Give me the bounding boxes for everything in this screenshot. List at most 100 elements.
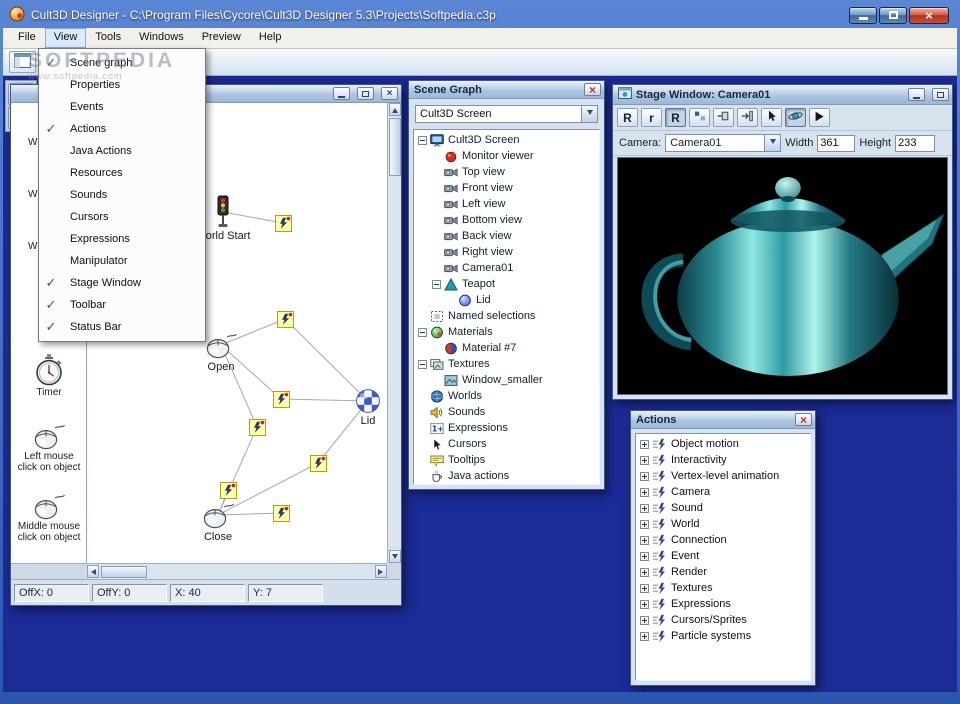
menu-view[interactable]: View bbox=[44, 28, 87, 48]
view-menu-item-status-bar[interactable]: ✓ Status Bar bbox=[40, 316, 204, 338]
close-button[interactable]: × bbox=[909, 6, 949, 24]
view-menu-item-stage-window[interactable]: ✓ Stage Window bbox=[40, 272, 204, 294]
toolbar-window-button[interactable] bbox=[9, 51, 36, 73]
tree-item-named-selections[interactable]: Named selections bbox=[414, 308, 599, 324]
action-category-textures[interactable]: Textures bbox=[636, 580, 810, 596]
event-map-minimize-button[interactable] bbox=[333, 87, 350, 100]
combobox-dropdown-button[interactable] bbox=[581, 106, 597, 122]
tree-item-sounds[interactable]: Sounds bbox=[414, 404, 599, 420]
view-menu-item-sounds[interactable]: Sounds bbox=[40, 184, 204, 206]
stage-titlebar[interactable]: Stage Window: Camera01 bbox=[613, 85, 952, 105]
marker-button[interactable] bbox=[689, 108, 710, 127]
tree-item-left-view[interactable]: Left view bbox=[414, 196, 599, 212]
tree-item-tooltips[interactable]: Tooltips bbox=[414, 452, 599, 468]
action-category-event[interactable]: Event bbox=[636, 548, 810, 564]
tree-expander-icon[interactable] bbox=[640, 567, 649, 577]
tree-item-cursors[interactable]: Cursors bbox=[414, 436, 599, 452]
scroll-down-button[interactable] bbox=[388, 550, 401, 563]
camera-combobox[interactable]: Camera01 bbox=[665, 134, 782, 152]
event-node-world-start[interactable] bbox=[213, 195, 233, 229]
event-node-open[interactable] bbox=[204, 330, 238, 360]
maximize-button[interactable] bbox=[879, 6, 907, 24]
event-action-node[interactable] bbox=[272, 390, 290, 408]
event-action-node[interactable] bbox=[248, 418, 266, 436]
palette-item-middle-mouse[interactable]: Middle mouse click on object bbox=[11, 491, 86, 543]
tree-expander-icon[interactable] bbox=[640, 455, 649, 465]
tree-expander-icon[interactable] bbox=[640, 599, 649, 609]
tree-item-window-smaller[interactable]: Window_smaller bbox=[414, 372, 599, 388]
rotate-camera-button[interactable]: r bbox=[641, 108, 662, 127]
action-category-world[interactable]: World bbox=[636, 516, 810, 532]
menu-help[interactable]: Help bbox=[250, 28, 291, 48]
tree-expander-icon[interactable] bbox=[432, 279, 441, 289]
dock-button[interactable] bbox=[737, 108, 758, 127]
combobox-dropdown-button[interactable] bbox=[764, 135, 781, 151]
view-menu-item-toolbar[interactable]: ✓ Toolbar bbox=[40, 294, 204, 316]
stage-viewport[interactable] bbox=[617, 157, 948, 395]
view-menu-item-cursors[interactable]: Cursors bbox=[40, 206, 204, 228]
tree-item-cult3d-screen[interactable]: Cult3D Screen bbox=[414, 132, 599, 148]
view-menu-item-resources[interactable]: Resources bbox=[40, 162, 204, 184]
tree-item-right-view[interactable]: Right view bbox=[414, 244, 599, 260]
event-node-lid[interactable] bbox=[355, 388, 381, 414]
scene-selector-combobox[interactable]: Cult3D Screen bbox=[415, 105, 598, 123]
tree-expander-icon[interactable] bbox=[640, 615, 649, 625]
view-menu-item-properties[interactable]: Properties bbox=[40, 74, 204, 96]
tree-item-bottom-view[interactable]: Bottom view bbox=[414, 212, 599, 228]
tree-expander-icon[interactable] bbox=[418, 135, 427, 145]
tree-item-top-view[interactable]: Top view bbox=[414, 164, 599, 180]
view-menu-item-actions[interactable]: ✓ Actions bbox=[40, 118, 204, 140]
view-menu-item-expressions[interactable]: Expressions bbox=[40, 228, 204, 250]
pointer-button[interactable] bbox=[761, 108, 782, 127]
tree-expander-icon[interactable] bbox=[640, 631, 649, 641]
view-menu-item-events[interactable]: Events bbox=[40, 96, 204, 118]
tree-expander-icon[interactable] bbox=[640, 487, 649, 497]
tree-item-worlds[interactable]: Worlds bbox=[414, 388, 599, 404]
height-input[interactable] bbox=[895, 134, 936, 152]
rotate-axis-button[interactable]: R bbox=[665, 108, 686, 127]
tree-item-expressions[interactable]: 1+2 Expressions bbox=[414, 420, 599, 436]
tree-expander-icon[interactable] bbox=[418, 327, 427, 337]
action-category-expressions[interactable]: Expressions bbox=[636, 596, 810, 612]
action-category-connection[interactable]: Connection bbox=[636, 532, 810, 548]
event-action-node[interactable] bbox=[272, 504, 290, 522]
orbit-button[interactable] bbox=[785, 108, 806, 127]
view-menu-item-java-actions[interactable]: Java Actions bbox=[40, 140, 204, 162]
tree-item-teapot[interactable]: Teapot bbox=[414, 276, 599, 292]
event-action-node[interactable] bbox=[219, 481, 237, 499]
menu-tools[interactable]: Tools bbox=[86, 28, 130, 48]
event-action-node[interactable] bbox=[276, 310, 294, 328]
scene-graph-titlebar[interactable]: Scene Graph × bbox=[409, 81, 604, 99]
event-node-close[interactable] bbox=[201, 500, 235, 530]
scroll-right-button[interactable] bbox=[375, 565, 387, 578]
event-action-node[interactable] bbox=[309, 454, 327, 472]
scroll-left-button[interactable] bbox=[87, 565, 99, 578]
view-menu-item-manipulator[interactable]: Manipulator bbox=[40, 250, 204, 272]
action-category-sound[interactable]: Sound bbox=[636, 500, 810, 516]
event-action-node[interactable] bbox=[274, 214, 292, 232]
tree-item-lid[interactable]: Lid bbox=[414, 292, 599, 308]
palette-item-left-mouse[interactable]: Left mouse click on object bbox=[11, 421, 86, 473]
horizontal-scrollbar[interactable] bbox=[87, 563, 387, 579]
action-category-render[interactable]: Render bbox=[636, 564, 810, 580]
app-titlebar[interactable]: Cult3D Designer - C:\Program Files\Cycor… bbox=[3, 2, 957, 28]
tree-expander-icon[interactable] bbox=[640, 519, 649, 529]
tree-expander-icon[interactable] bbox=[640, 439, 649, 449]
tree-item-front-view[interactable]: Front view bbox=[414, 180, 599, 196]
vertical-scroll-thumb[interactable] bbox=[388, 118, 401, 176]
stage-minimize-button[interactable] bbox=[908, 88, 925, 101]
view-menu-item-scene-graph[interactable]: ✓ Scene graph bbox=[40, 52, 204, 74]
actions-close-button[interactable]: × bbox=[795, 413, 812, 426]
event-map-close-button[interactable]: × bbox=[381, 87, 398, 100]
action-category-cursors-sprites[interactable]: Cursors/Sprites bbox=[636, 612, 810, 628]
tree-expander-icon[interactable] bbox=[640, 503, 649, 513]
action-category-particle-systems[interactable]: Particle systems bbox=[636, 628, 810, 644]
scene-graph-close-button[interactable]: × bbox=[584, 83, 601, 96]
tree-expander-icon[interactable] bbox=[640, 471, 649, 481]
tree-item-material-7[interactable]: Material #7 bbox=[414, 340, 599, 356]
tree-item-back-view[interactable]: Back view bbox=[414, 228, 599, 244]
action-category-interactivity[interactable]: Interactivity bbox=[636, 452, 810, 468]
tree-item-monitor-viewer[interactable]: Monitor viewer bbox=[414, 148, 599, 164]
horizontal-scroll-thumb[interactable] bbox=[101, 565, 147, 578]
menu-windows[interactable]: Windows bbox=[130, 28, 193, 48]
